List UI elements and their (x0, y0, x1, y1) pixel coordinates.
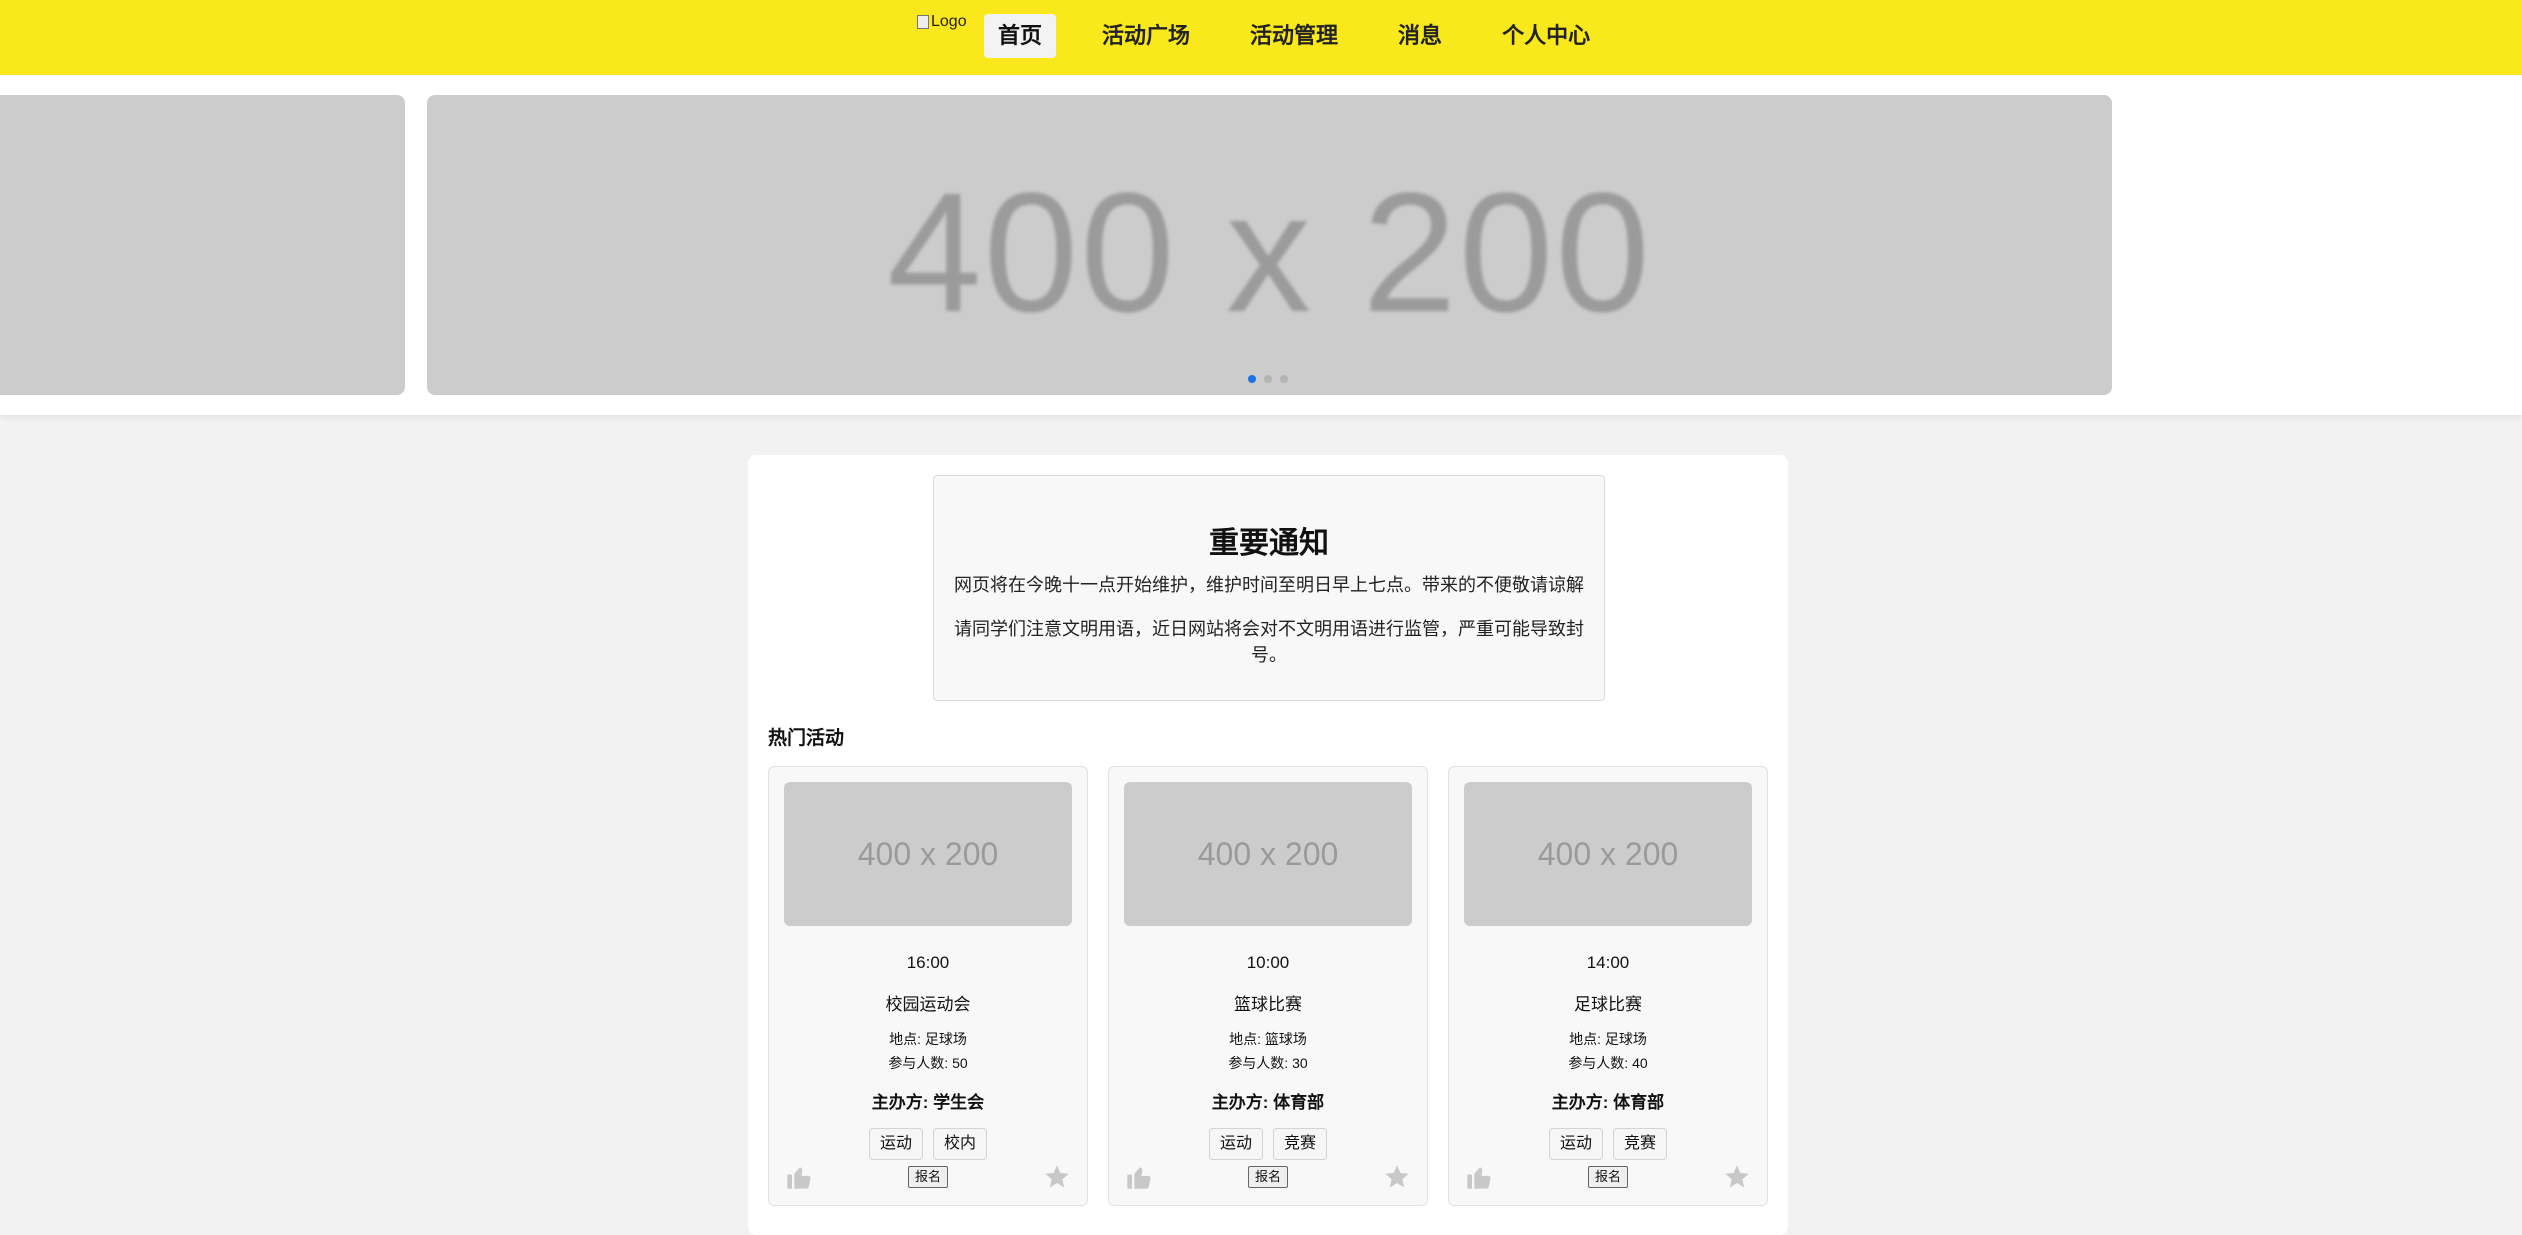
main-content-panel: 重要通知 网页将在今晚十一点开始维护，维护时间至明日早上七点。带来的不便敬请谅解… (748, 455, 1788, 1235)
nav-item-activity-management[interactable]: 活动管理 (1236, 14, 1352, 58)
carousel-slide-current[interactable]: 400 x 200 (427, 95, 2112, 395)
activity-name: 篮球比赛 (1234, 995, 1302, 1014)
activity-tags: 运动 校内 (769, 1128, 1087, 1160)
thumbs-up-icon[interactable] (1125, 1163, 1153, 1191)
activity-tags: 运动 竞赛 (1449, 1128, 1767, 1160)
activity-organizer: 主办方: 学生会 (871, 1093, 985, 1112)
nav-item-messages[interactable]: 消息 (1384, 14, 1456, 58)
activity-name: 足球比赛 (1574, 995, 1642, 1014)
carousel-dot-1[interactable] (1248, 375, 1256, 383)
activity-organizer: 主办方: 体育部 (1551, 1093, 1665, 1112)
carousel-dot-3[interactable] (1280, 375, 1288, 383)
activity-image: 400 x 200 (1124, 782, 1412, 926)
star-icon[interactable] (1383, 1163, 1411, 1191)
nav-item-profile[interactable]: 个人中心 (1488, 14, 1604, 58)
activity-card[interactable]: 400 x 200 10:00 篮球比赛 地点: 篮球场 参与人数: 30 主办… (1108, 766, 1428, 1206)
signup-button[interactable]: 报名 (1587, 1166, 1629, 1188)
slide-placeholder-text: 400 x 200 (887, 158, 1652, 348)
activity-card-list: 400 x 200 16:00 校园运动会 地点: 足球场 参与人数: 50 主… (768, 766, 1768, 1206)
thumbs-up-icon[interactable] (785, 1163, 813, 1191)
logo[interactable]: Logo (917, 13, 967, 31)
carousel-dot-2[interactable] (1264, 375, 1272, 383)
notice-text: 网页将在今晚十一点开始维护，维护时间至明日早上七点。带来的不便敬请谅解 (954, 575, 1584, 595)
activity-participant-count: 参与人数: 50 (888, 1055, 968, 1071)
activity-tag[interactable]: 运动 (1548, 1128, 1603, 1160)
activity-time: 10:00 (1246, 953, 1290, 972)
activity-name: 校园运动会 (885, 995, 971, 1014)
notice-text: 请同学们注意文明用语，近日网站将会对不文明用语进行监管，严重可能导致封号。 (954, 619, 1584, 665)
broken-image-icon (917, 15, 929, 29)
activity-location: 地点: 足球场 (1569, 1031, 1647, 1047)
top-navbar: Logo 首页 活动广场 活动管理 消息 个人中心 (0, 0, 2522, 75)
activity-card[interactable]: 400 x 200 14:00 足球比赛 地点: 足球场 参与人数: 40 主办… (1448, 766, 1768, 1206)
activity-image: 400 x 200 (784, 782, 1072, 926)
activity-card[interactable]: 400 x 200 16:00 校园运动会 地点: 足球场 参与人数: 50 主… (768, 766, 1088, 1206)
signup-button[interactable]: 报名 (907, 1166, 949, 1188)
signup-button[interactable]: 报名 (1247, 1166, 1289, 1188)
hot-activities-heading: 热门活动 (768, 728, 845, 749)
banner-carousel: 400 x 200 (0, 75, 2522, 415)
activity-tags: 运动 竞赛 (1109, 1128, 1427, 1160)
carousel-indicators (1248, 375, 1288, 383)
activity-time: 16:00 (906, 953, 950, 972)
activity-participant-count: 参与人数: 40 (1568, 1055, 1648, 1071)
activity-tag[interactable]: 竞赛 (1613, 1128, 1668, 1160)
nav-item-activity-square[interactable]: 活动广场 (1088, 14, 1204, 58)
star-icon[interactable] (1723, 1163, 1751, 1191)
main-nav: 首页 活动广场 活动管理 消息 个人中心 (984, 14, 1636, 58)
activity-tag[interactable]: 校内 (933, 1128, 988, 1160)
star-icon[interactable] (1043, 1163, 1071, 1191)
logo-alt-text: Logo (931, 13, 967, 30)
activity-participant-count: 参与人数: 30 (1228, 1055, 1308, 1071)
notice-title: 重要通知 (1209, 527, 1329, 560)
thumbs-up-icon[interactable] (1465, 1163, 1493, 1191)
activity-location: 地点: 足球场 (889, 1031, 967, 1047)
activity-location: 地点: 篮球场 (1229, 1031, 1307, 1047)
notice-box: 重要通知 网页将在今晚十一点开始维护，维护时间至明日早上七点。带来的不便敬请谅解… (933, 475, 1605, 701)
activity-tag[interactable]: 运动 (1208, 1128, 1263, 1160)
activity-time: 14:00 (1586, 953, 1630, 972)
activity-tag[interactable]: 运动 (868, 1128, 923, 1160)
activity-tag[interactable]: 竞赛 (1273, 1128, 1328, 1160)
activity-organizer: 主办方: 体育部 (1211, 1093, 1325, 1112)
activity-image: 400 x 200 (1464, 782, 1752, 926)
nav-item-home[interactable]: 首页 (984, 14, 1057, 58)
carousel-slide-previous[interactable] (0, 95, 405, 395)
